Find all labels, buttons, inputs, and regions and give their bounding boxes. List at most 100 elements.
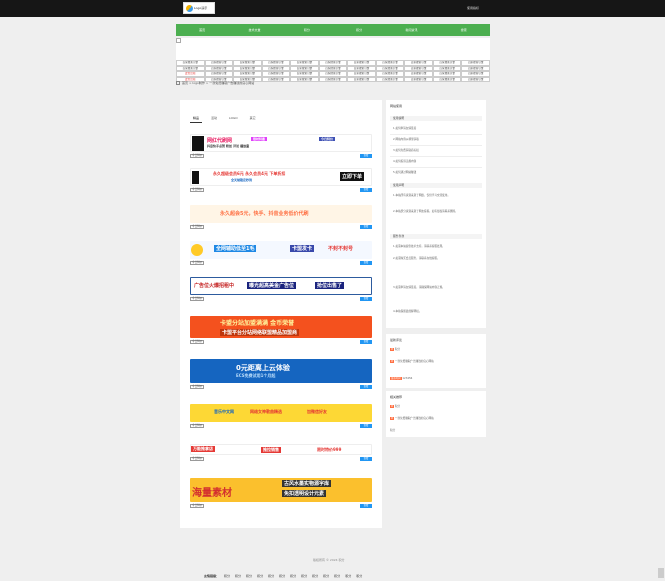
friend-link[interactable]: 积分 <box>334 574 340 578</box>
sidebar-heading: 服务条款 <box>390 234 482 239</box>
banner-image[interactable]: 卡盟分站加盟满满 金币荣誉 卡盟平台分站网络联盟精品加盟商 <box>190 316 372 338</box>
banner-image[interactable]: 永久超会5元，快手、抖音业务低价代刷 <box>190 205 372 223</box>
sidebar-link[interactable]: 1.如何申请友情链接 <box>393 127 481 130</box>
friend-link[interactable]: 积分 <box>279 574 285 578</box>
list-item[interactable]: 卡盟分站加盟满满 金币荣誉 卡盟平台分站网络联盟精品加盟商 今日特价 查看 <box>190 316 372 345</box>
comment-user[interactable]: 积分 <box>395 348 400 351</box>
list-item[interactable]: 全网辅助低至1毛 卡盟发卡 不封不封号 今日特价 查看 <box>190 241 372 266</box>
view-button[interactable]: 查看 <box>360 188 372 192</box>
friend-link[interactable]: 积分 <box>312 574 318 578</box>
list-item[interactable]: 0元距离上云体验 ECS免费试用1个月起 今日特价 查看 <box>190 359 372 390</box>
banner-cta: 加微信好友 <box>307 409 327 414</box>
sidebar-link[interactable]: 3.如何免费获取商标权 <box>393 149 481 152</box>
banner-image[interactable]: 永久超级会员6元 永久会员4元 下单折扣 全天候稳定秒到 立即下单 <box>190 168 372 186</box>
banner-headline: 网红代刷网 <box>207 138 233 144</box>
banner-headline: 0元距离上云体验 <box>236 364 290 372</box>
friend-link[interactable]: 积分 <box>224 574 230 578</box>
banner-headline: 全网辅助低至1毛 <box>214 245 257 252</box>
related-link[interactable]: 积分 <box>395 405 400 408</box>
friend-link[interactable]: 积分 <box>268 574 274 578</box>
tab-other[interactable]: 其它 <box>250 116 256 120</box>
sidebar-link[interactable]: 5.如何通过网站赚钱 <box>393 171 481 174</box>
comment-link[interactable]: 一款免费赚取广告赚钱的良心网站 <box>395 360 434 363</box>
ad-link[interactable]: 百家搜索引擎 <box>261 76 291 82</box>
banner-image[interactable]: 网红代刷网 抖音快手点赞 粉丝 评论 播放量 限时特惠 今日特价 <box>190 134 372 152</box>
ad-link[interactable]: 百家搜索引擎 <box>375 76 405 82</box>
site-logo[interactable]: Logo演示 <box>183 2 215 14</box>
breadcrumb-text[interactable]: 首页 > logo制作 > 一款免费赚取广告赚钱的良心网站 <box>182 81 254 85</box>
ad-link[interactable]: 百家搜索引擎 <box>432 76 462 82</box>
list-item[interactable]: 海量素材 古风水墨实物源字库 免扣透明设计元素 今日特价 查看 <box>190 478 372 509</box>
sidebar-title: 最新评论 <box>390 338 403 342</box>
banner-image[interactable]: 海量素材 古风水墨实物源字库 免扣透明设计元素 <box>190 478 372 502</box>
list-item[interactable]: 永久超级会员6元 永久会员4元 下单折扣 全天候稳定秒到 立即下单 今日特价 查看 <box>190 168 372 193</box>
logo-icon <box>186 4 193 12</box>
view-button[interactable]: 查看 <box>360 225 372 229</box>
view-button[interactable]: 查看 <box>360 385 372 389</box>
sidebar-heading: 使用说明 <box>390 116 482 121</box>
view-button[interactable]: 查看 <box>360 457 372 461</box>
item-tag: 今日特价 <box>190 296 205 302</box>
view-button[interactable]: 查看 <box>360 340 372 344</box>
tag-badge: 发布时间 <box>390 377 402 381</box>
sidebar-box-guide: 网站使用 使用说明 1.如何申请友情链接 2.网站内容从哪里获取 3.如何免费获… <box>386 100 486 328</box>
tag-badge: # <box>390 417 395 421</box>
sidebar-text: 3.如需申请友情链接，请确保网站内容正规。 <box>393 286 445 289</box>
divider <box>390 134 482 135</box>
ad-link[interactable]: 百家搜索引擎 <box>461 76 490 82</box>
friend-links-label: 友情链接： <box>204 574 220 578</box>
nav-item-articles[interactable]: 技术文章 <box>228 28 280 32</box>
related-link[interactable]: 一款免费赚取广告赚钱的良心网站 <box>395 417 434 420</box>
friend-link[interactable]: 积分 <box>235 574 241 578</box>
related-link[interactable]: 积分 <box>390 429 478 432</box>
ad-link[interactable]: 百家搜索引擎 <box>404 76 433 82</box>
friend-link[interactable]: 积分 <box>257 574 263 578</box>
friend-link[interactable]: 积分 <box>301 574 307 578</box>
banner-subline: 全天候稳定秒到 <box>231 178 253 182</box>
nav-item-points-2[interactable]: 积分 <box>333 28 385 32</box>
tab-events[interactable]: 活动 <box>211 116 217 120</box>
tab-featured[interactable]: 精品 <box>193 116 199 120</box>
tab-logo[interactable]: LOGO <box>229 116 238 120</box>
view-button[interactable]: 查看 <box>360 297 372 301</box>
sidebar-link[interactable]: 4.如何投诉违规内容 <box>393 160 481 163</box>
banner-image[interactable]: 广告位火爆招租中 曝光超高美金广告位 抢位出售了 <box>190 277 372 295</box>
list-item[interactable]: 永久超会5元，快手、抖音业务低价代刷 今日特价 查看 <box>190 205 372 230</box>
topbar: Logo演示 使用指标 <box>0 0 665 17</box>
banner-image[interactable]: 全网辅助低至1毛 卡盟发卡 不封不封号 <box>190 241 372 259</box>
friend-link[interactable]: 积分 <box>356 574 362 578</box>
item-tag: 今日特价 <box>190 423 205 429</box>
top-link[interactable]: 使用指标 <box>467 6 479 10</box>
logo-text: Logo演示 <box>194 5 208 10</box>
main-nav: 首页 技术文章 积分 积分 新闻资讯 搜索 <box>176 24 490 36</box>
sidebar-link[interactable]: 2.网站内容从哪里获取 <box>393 138 481 141</box>
banner-image[interactable]: 音乐中文网 网络女神歌曲精选 加微信好友 <box>190 404 372 422</box>
view-button[interactable]: 查看 <box>360 261 372 265</box>
ad-link[interactable]: 百家搜索引擎 <box>318 76 348 82</box>
view-button[interactable]: 查看 <box>360 504 372 508</box>
nav-item-home[interactable]: 首页 <box>176 28 228 32</box>
banner-subline: 网络女神歌曲精选 <box>250 409 282 414</box>
friend-link[interactable]: 积分 <box>345 574 351 578</box>
view-button[interactable]: 查看 <box>360 154 372 158</box>
sidebar-box-related: 相关推荐 # 积分 # 一款免费赚取广告赚钱的良心网站 积分 <box>386 391 486 437</box>
scroll-to-top-button[interactable] <box>658 568 664 578</box>
list-item[interactable]: 音乐中文网 网络女神歌曲精选 加微信好友 今日特价 查看 <box>190 404 372 429</box>
banner-image[interactable]: 万能推拿店 推拉销售 限时特价999 <box>190 444 372 455</box>
list-item[interactable]: 万能推拿店 推拉销售 限时特价999 今日特价 查看 <box>190 444 372 462</box>
ad-link[interactable]: 百家搜索引擎 <box>347 76 376 82</box>
home-icon[interactable] <box>176 81 180 85</box>
nav-item-news[interactable]: 新闻资讯 <box>385 28 437 32</box>
view-button[interactable]: 查看 <box>360 424 372 428</box>
banner-image[interactable]: 0元距离上云体验 ECS免费试用1个月起 <box>190 359 372 383</box>
list-item[interactable]: 网红代刷网 抖音快手点赞 粉丝 评论 播放量 限时特惠 今日特价 今日特价 查看 <box>190 134 372 159</box>
friend-link[interactable]: 积分 <box>323 574 329 578</box>
nav-item-points[interactable]: 积分 <box>281 28 333 32</box>
ad-link[interactable]: 百家搜索引擎 <box>290 76 319 82</box>
friend-link[interactable]: 积分 <box>246 574 252 578</box>
banner-subline: 曝光超高美金广告位 <box>247 282 297 289</box>
list-item[interactable]: 广告位火爆招租中 曝光超高美金广告位 抢位出售了 今日特价 查看 <box>190 277 372 302</box>
nav-item-search[interactable]: 搜索 <box>438 28 490 32</box>
friend-link[interactable]: 积分 <box>290 574 296 578</box>
sidebar-text: 4.本站保留最终解释权。 <box>393 310 422 313</box>
